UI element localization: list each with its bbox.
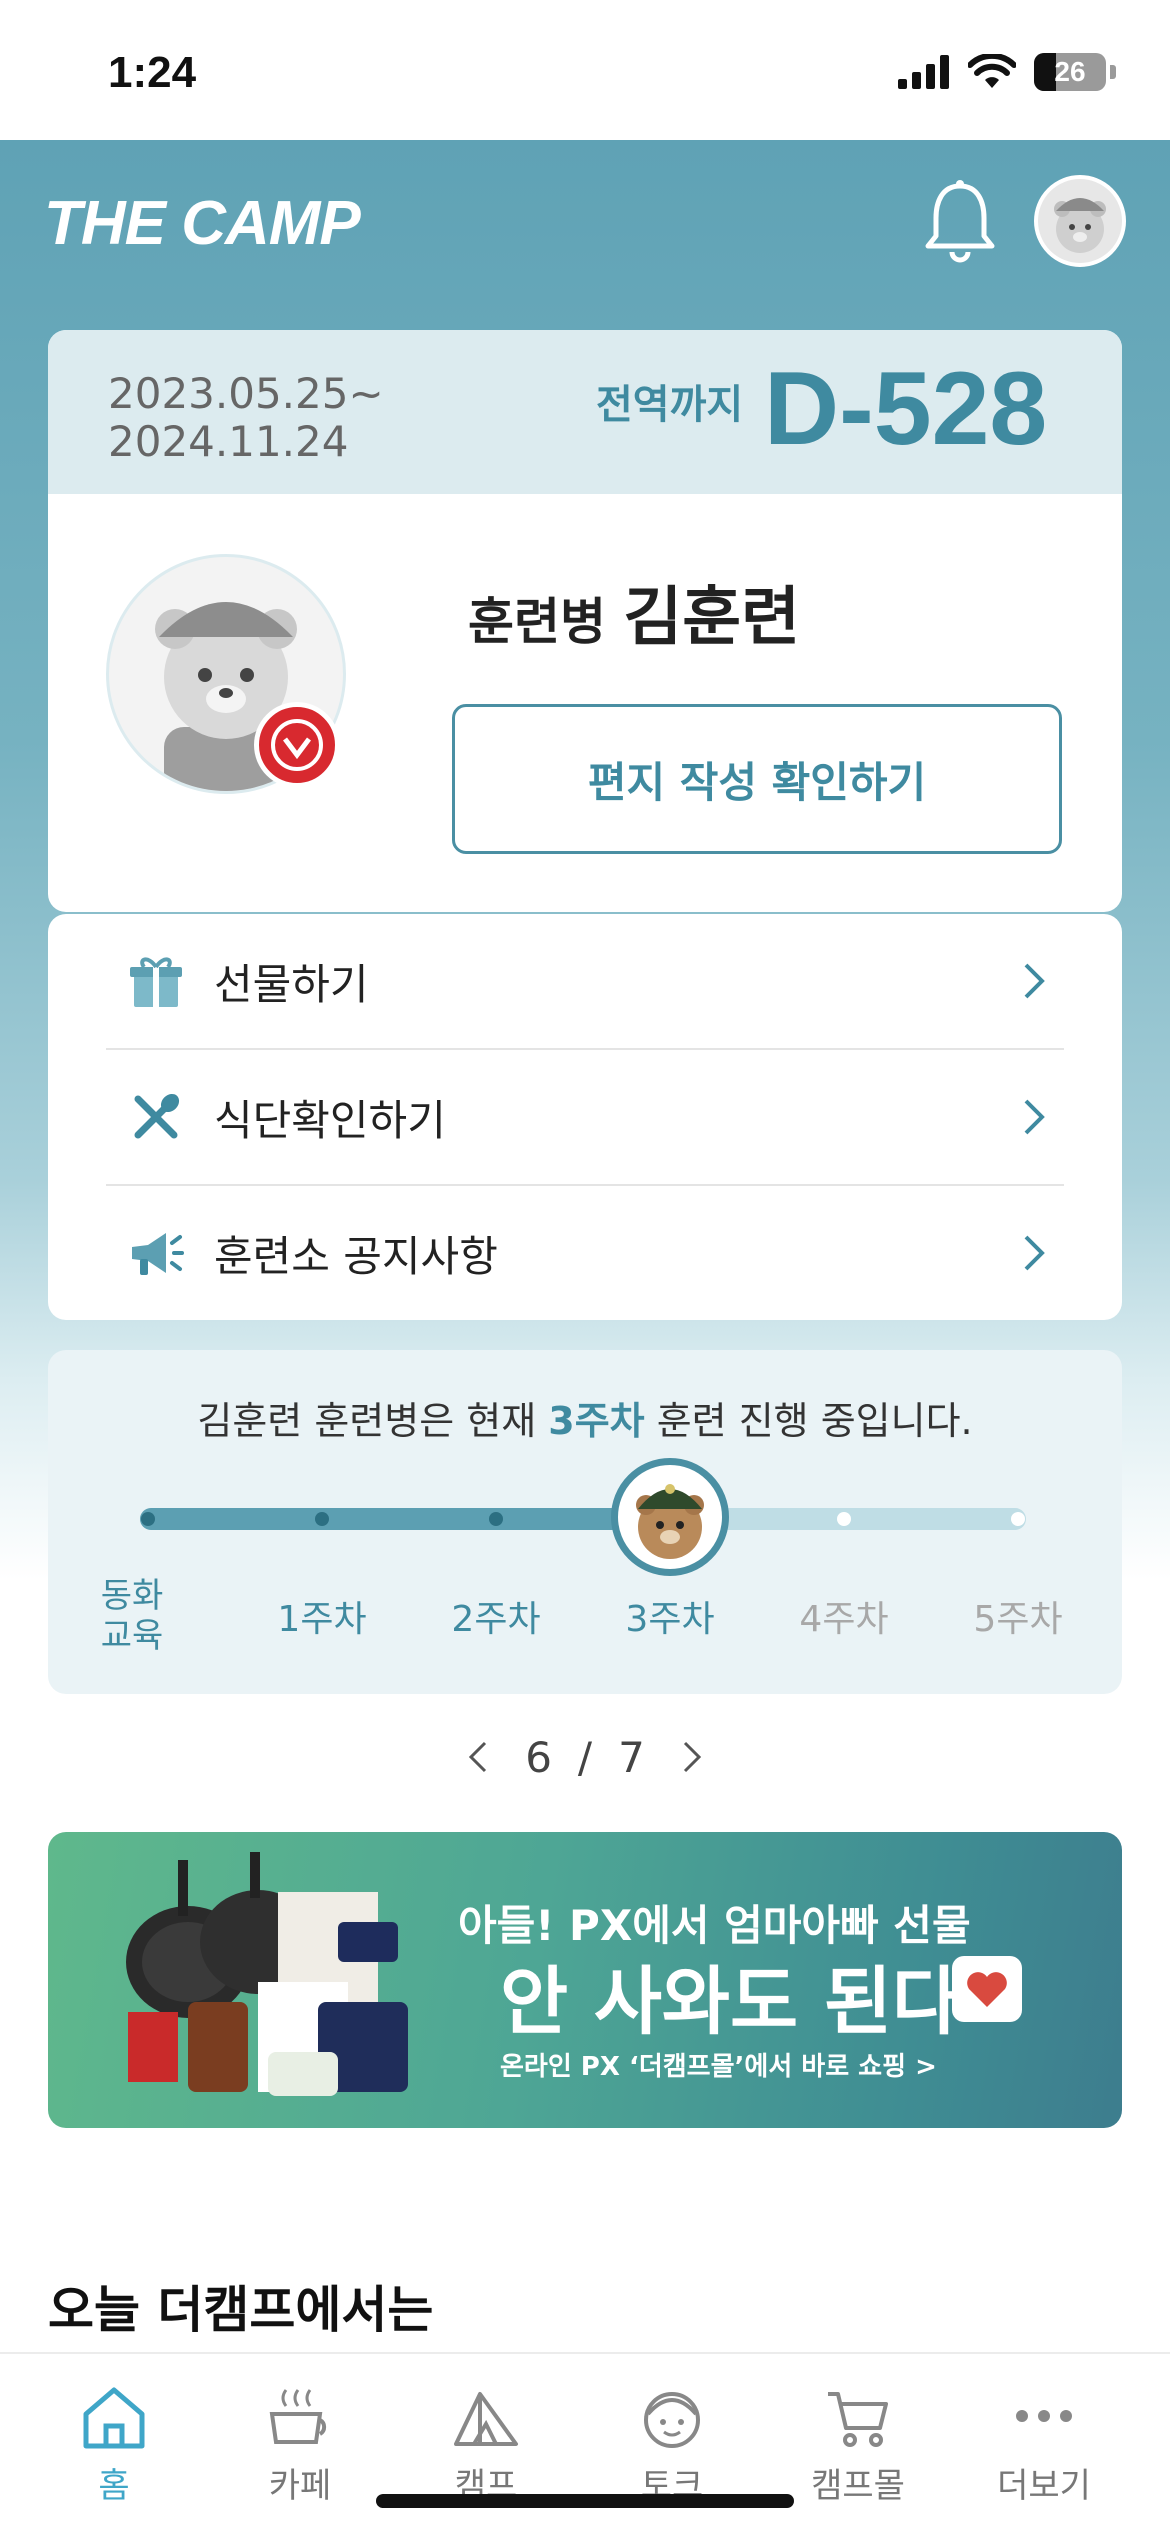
tab-label: 캠프몰: [811, 2466, 905, 2506]
profile-avatar[interactable]: [1034, 175, 1126, 267]
dday-value: D-528: [764, 351, 1048, 467]
bear-soldier-icon: [636, 1484, 704, 1559]
promo-banner[interactable]: 아들! PX에서 엄마아빠 선물 안 사와도 된다 온라인 PX ‘더캠프몰’에…: [48, 1832, 1122, 2128]
training-progress-card: 김훈련 훈련병은 현재 3주차 훈련 진행 중입니다. 동화 교육 1주차 2주차 3…: [48, 1350, 1122, 1694]
week-label: 2주차: [451, 1599, 541, 1640]
date-start: 2023.05.25~: [108, 369, 384, 418]
progress-dot: [141, 1512, 155, 1526]
trainee-rank: 훈련병: [468, 593, 606, 651]
progress-current-week: 3주차: [548, 1399, 645, 1443]
week-label: 1주차: [277, 1599, 367, 1640]
chevron-left-icon[interactable]: [459, 1737, 499, 1777]
section-title: 오늘 더캠프에서는: [48, 2281, 434, 2339]
tab-label: 카페: [268, 2466, 332, 2506]
heart-icon: [952, 1956, 1022, 2022]
home-icon: [83, 2387, 145, 2449]
progress-dot: [315, 1512, 329, 1526]
banner-main-text: 안 사와도 된다: [500, 1959, 961, 2045]
tab-camp[interactable]: 캠프: [396, 2384, 576, 2507]
week-label: 동화 교육: [100, 1576, 164, 1656]
battery-level: 26: [1054, 56, 1086, 87]
megaphone-icon: [132, 1233, 184, 1275]
menu-card: 선물하기 식단확인하기 훈련소 공지사항: [48, 914, 1122, 1320]
home-indicator: [376, 2494, 794, 2508]
menu-item-gift[interactable]: 선물하기: [106, 914, 1064, 1048]
pager-current: 6: [525, 1732, 552, 1782]
pager-separator: /: [577, 1732, 593, 1782]
progress-dot: [837, 1512, 851, 1526]
week-label: 3주차: [625, 1599, 715, 1640]
utensils-icon: [134, 1093, 180, 1139]
tab-talk[interactable]: 토크: [582, 2384, 762, 2507]
dday-header: 2023.05.25~ 2024.11.24 전역까지 D-528: [48, 330, 1122, 494]
letter-check-button[interactable]: 편지 작성 확인하기: [452, 704, 1062, 854]
face-icon: [644, 2392, 700, 2448]
bell-icon[interactable]: [920, 178, 1000, 264]
battery-indicator: 26: [1034, 53, 1106, 91]
current-week-marker: [611, 1458, 729, 1576]
progress-track-fill: [140, 1508, 670, 1530]
progress-text-suffix: 훈련 진행 중입니다.: [644, 1399, 973, 1443]
status-bar: 1:24 26: [0, 0, 1170, 140]
tab-label: 홈: [98, 2466, 130, 2506]
menu-item-label: 훈련소 공지사항: [214, 1231, 498, 1281]
battery-cap: [1110, 65, 1116, 79]
app-logo: THE CAMP: [44, 189, 361, 258]
chevron-right-icon: [1024, 963, 1045, 999]
tab-label: 더보기: [997, 2466, 1091, 2506]
rank-badge-icon: [254, 702, 340, 788]
week-label: 4주차: [799, 1599, 889, 1640]
more-icon: [1016, 2410, 1072, 2422]
coffee-icon: [269, 2389, 327, 2444]
tent-icon: [454, 2392, 518, 2446]
product-bundle-illustration: [126, 1852, 408, 2096]
tab-cafe[interactable]: 카페: [210, 2384, 390, 2507]
chevron-right-icon[interactable]: [671, 1737, 711, 1777]
tab-more[interactable]: 더보기: [954, 2384, 1134, 2507]
progress-status-text: 김훈련 훈련병은 현재 3주차 훈련 진행 중입니다.: [48, 1390, 1122, 1445]
bear-soldier-icon: [1054, 198, 1106, 253]
menu-item-notice[interactable]: 훈련소 공지사항: [106, 1186, 1064, 1320]
week-label: 5주차: [973, 1599, 1063, 1640]
chevron-right-icon: [1024, 1235, 1045, 1271]
date-end: 2024.11.24: [108, 417, 349, 466]
progress-text-prefix: 김훈련 훈련병은 현재: [197, 1399, 549, 1443]
tab-home[interactable]: 홈: [24, 2384, 204, 2507]
cart-icon: [828, 2392, 888, 2447]
pagination: 6 / 7: [0, 1722, 1170, 1792]
pager-total: 7: [618, 1732, 645, 1782]
chevron-right-icon: [1024, 1099, 1045, 1135]
service-dates: 2023.05.25~ 2024.11.24: [108, 370, 384, 466]
status-icons: 26: [898, 50, 1116, 94]
menu-item-label: 식단확인하기: [214, 1095, 446, 1145]
menu-item-label: 선물하기: [214, 959, 369, 1009]
signal-icon: [898, 55, 949, 89]
trainee-name: 훈련병 김훈련: [468, 566, 800, 658]
tab-mall[interactable]: 캠프몰: [768, 2384, 948, 2507]
menu-item-meals[interactable]: 식단확인하기: [106, 1050, 1064, 1184]
trainee-name-text: 김훈련: [623, 581, 801, 655]
service-card: 2023.05.25~ 2024.11.24 전역까지 D-528 훈련병 김훈…: [48, 330, 1122, 912]
progress-dot: [489, 1512, 503, 1526]
gift-icon: [130, 957, 182, 1007]
progress-dot: [1011, 1512, 1025, 1526]
wifi-icon: [968, 54, 1016, 88]
dday-label: 전역까지: [596, 382, 744, 428]
status-time: 1:24: [108, 48, 197, 97]
banner-sub-link: 온라인 PX ‘더캠프몰’에서 바로 쇼핑 >: [500, 2052, 937, 2082]
